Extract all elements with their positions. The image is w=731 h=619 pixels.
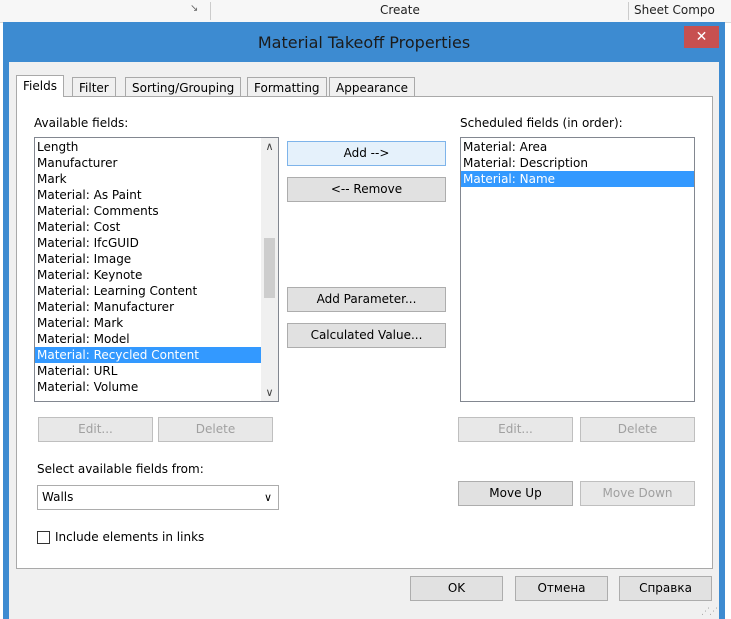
list-item[interactable]: Material: Model [35, 331, 262, 347]
add-parameter-button[interactable]: Add Parameter... [287, 287, 446, 312]
move-down-button[interactable]: Move Down [580, 481, 695, 506]
ok-button[interactable]: OK [410, 576, 503, 601]
tab-formatting[interactable]: Formatting [247, 77, 327, 97]
delete-scheduled-button[interactable]: Delete [580, 417, 695, 442]
list-item[interactable]: Material: Recycled Content [35, 347, 262, 363]
tab-appearance[interactable]: Appearance [329, 77, 416, 97]
scroll-up-icon[interactable]: ∧ [261, 140, 278, 153]
remove-button[interactable]: <-- Remove [287, 177, 446, 202]
resize-grip-icon[interactable]: ⋰⋰ [701, 607, 718, 617]
list-item[interactable]: Material: Manufacturer [35, 299, 262, 315]
list-item[interactable]: Material: Cost [35, 219, 262, 235]
scroll-down-icon[interactable]: ∨ [261, 386, 278, 399]
calculated-value-button[interactable]: Calculated Value... [287, 323, 446, 348]
list-item[interactable]: Material: Image [35, 251, 262, 267]
list-item[interactable]: Material: Area [461, 139, 694, 155]
ribbon-separator [628, 2, 629, 20]
list-item[interactable]: Material: Name [461, 171, 694, 187]
list-item[interactable]: Material: URL [35, 363, 262, 379]
ribbon-separator [210, 2, 211, 20]
list-item[interactable]: Mark [35, 171, 262, 187]
chevron-down-icon: ∨ [263, 491, 272, 504]
available-fields-scrollbar[interactable]: ∧ ∨ [261, 138, 278, 401]
list-item[interactable]: Material: As Paint [35, 187, 262, 203]
select-from-label: Select available fields from: [37, 462, 204, 476]
include-links-label: Include elements in links [55, 530, 205, 544]
list-item[interactable]: Material: Comments [35, 203, 262, 219]
dialog-client: Fields Filter Sorting/Grouping Formattin… [9, 62, 719, 619]
select-fields-from-dropdown[interactable]: Walls ∨ [37, 485, 279, 510]
tab-filter[interactable]: Filter [72, 77, 116, 97]
fields-tab-panel: Available fields: Length Manufacturer Mark… [16, 96, 713, 569]
scheduled-fields-label: Scheduled fields (in order): [460, 116, 623, 130]
help-button[interactable]: Справка [619, 576, 712, 601]
list-item[interactable]: Material: Description [461, 155, 694, 171]
list-item[interactable]: Material: Mark [35, 315, 262, 331]
list-item[interactable]: Material: Keynote [35, 267, 262, 283]
add-button[interactable]: Add --> [287, 141, 446, 166]
available-fields-label: Available fields: [34, 116, 129, 130]
material-takeoff-dialog: Material Takeoff Properties ✕ Fields Fil… [3, 22, 725, 619]
ribbon-bar: ↘ Create Sheet Compo [0, 0, 731, 23]
include-links-checkbox[interactable] [37, 531, 50, 544]
select-fields-from-value: Walls [42, 490, 74, 504]
dialog-title: Material Takeoff Properties [257, 33, 471, 52]
list-item[interactable]: Material: Learning Content [35, 283, 262, 299]
cancel-button[interactable]: Отмена [515, 576, 608, 601]
edit-scheduled-button[interactable]: Edit... [458, 417, 573, 442]
tab-sorting-grouping[interactable]: Sorting/Grouping [125, 77, 242, 97]
list-item[interactable]: Material: IfcGUID [35, 235, 262, 251]
scroll-thumb[interactable] [264, 238, 275, 298]
tab-fields[interactable]: Fields [16, 75, 64, 97]
list-item[interactable]: Manufacturer [35, 155, 262, 171]
dialog-titlebar[interactable]: Material Takeoff Properties ✕ [3, 22, 725, 62]
panel-launcher-icon[interactable]: ↘ [190, 3, 198, 14]
close-icon[interactable]: ✕ [684, 26, 719, 48]
available-fields-list[interactable]: Length Manufacturer Mark Material: As Paint… [34, 137, 279, 402]
scheduled-fields-list[interactable]: Material: Area Material: Description Mater… [460, 137, 695, 402]
ribbon-create-label[interactable]: Create [380, 3, 420, 17]
ribbon-sheet-label[interactable]: Sheet Compo [634, 3, 715, 17]
move-up-button[interactable]: Move Up [458, 481, 573, 506]
list-item[interactable]: Length [35, 139, 262, 155]
edit-available-button[interactable]: Edit... [38, 417, 153, 442]
delete-available-button[interactable]: Delete [158, 417, 273, 442]
list-item[interactable]: Material: Volume [35, 379, 262, 395]
